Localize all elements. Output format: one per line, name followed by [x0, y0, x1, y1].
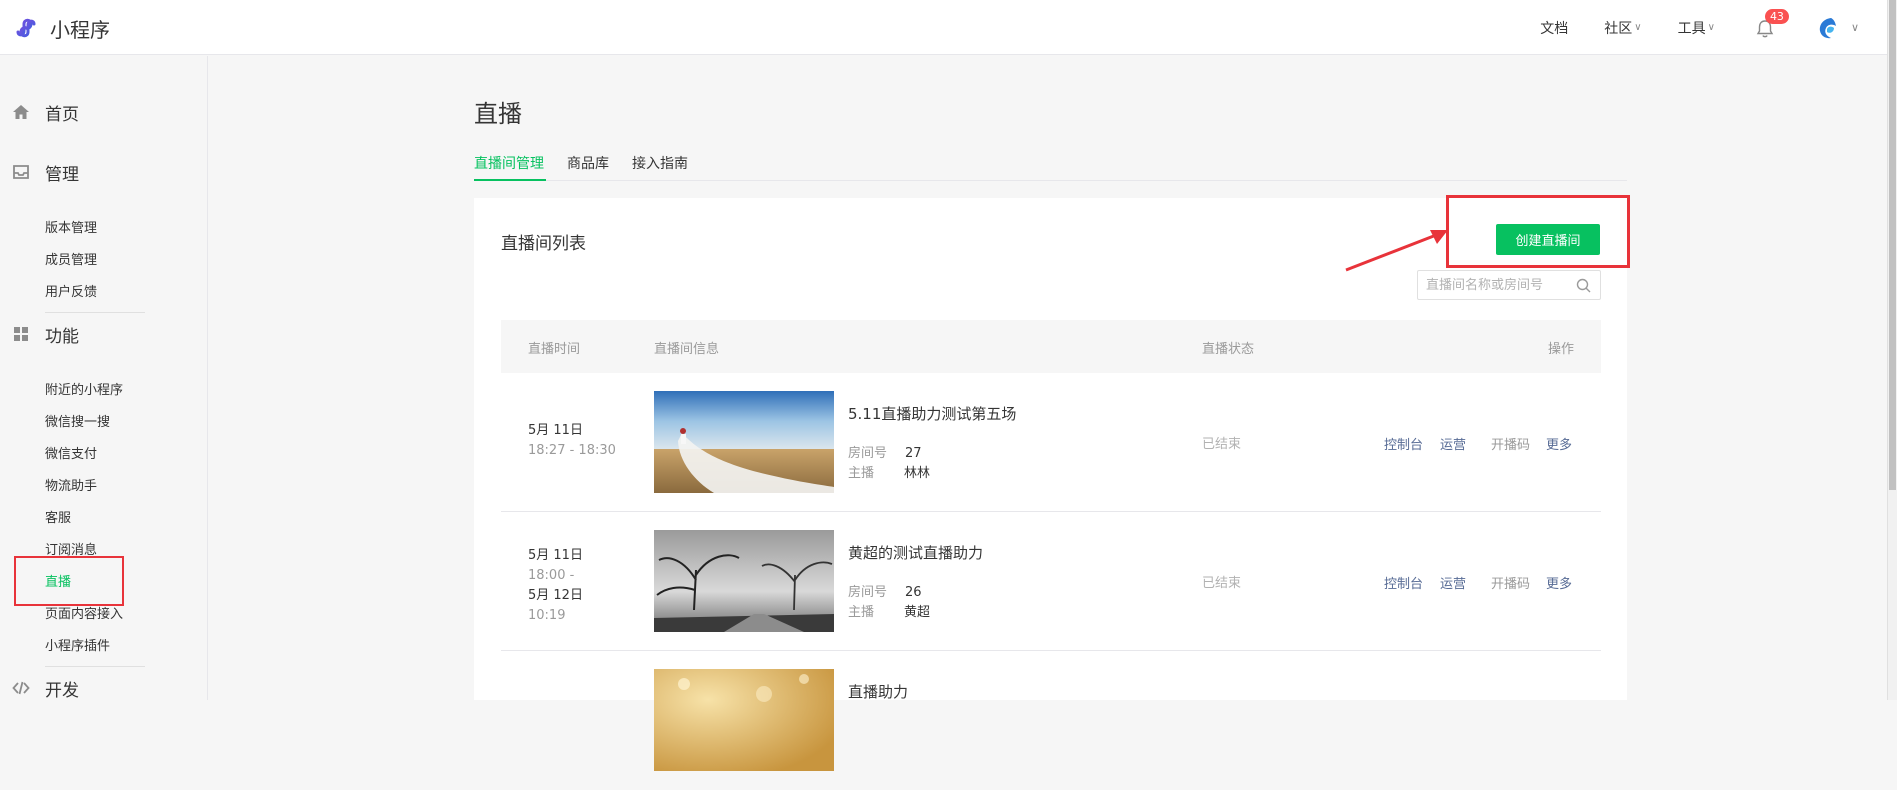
notification-button[interactable]: 43 [1755, 8, 1789, 38]
divider [45, 312, 145, 313]
code-icon [12, 681, 30, 695]
live-end-date: 5月 12日 [528, 588, 583, 603]
console-link[interactable]: 控制台 [1384, 573, 1423, 592]
tab-live-room-manage[interactable]: 直播间管理 [474, 153, 544, 173]
annotation-box [14, 556, 124, 606]
column-header-info: 直播间信息 [654, 342, 720, 357]
live-room-name: 直播助力 [848, 683, 909, 701]
room-number-value: 26 [905, 585, 922, 600]
avatar[interactable] [1815, 15, 1841, 41]
live-time: 5月 11日 18:27 - 18:30 [528, 421, 616, 461]
tab-product-library[interactable]: 商品库 [567, 153, 609, 173]
console-link[interactable]: 控制台 [1384, 434, 1423, 453]
search-input[interactable] [1426, 277, 1566, 294]
live-room-thumbnail [654, 530, 834, 632]
list-title: 直播间列表 [501, 234, 586, 254]
table-row: 5月 11日 18:27 - 18:30 5.11直播助力测试第五场 房间号 27… [501, 373, 1601, 512]
live-room-thumbnail [654, 391, 834, 493]
grid-icon [14, 327, 28, 341]
column-header-actions: 操作 [1548, 342, 1575, 357]
nav-docs[interactable]: 文档 [1540, 18, 1568, 38]
sidebar-item-wechat-pay[interactable]: 微信支付 [45, 443, 97, 462]
anchor: 主播 黄超 [848, 601, 930, 620]
more-link[interactable]: 更多 [1546, 434, 1572, 453]
nav-community[interactable]: 社区 ∨ [1604, 18, 1641, 38]
live-time-range: 18:27 - 18:30 [528, 443, 616, 458]
inbox-icon [13, 165, 29, 179]
chevron-down-icon[interactable]: ∨ [1851, 21, 1859, 34]
vertical-scrollbar[interactable] [1887, 0, 1897, 700]
anchor: 主播 林林 [848, 462, 930, 481]
notification-badge: 43 [1764, 8, 1789, 24]
sidebar-item-wechat-search[interactable]: 微信搜一搜 [45, 411, 110, 430]
sidebar-item-feedback[interactable]: 用户反馈 [45, 281, 97, 300]
nav-tools-label: 工具 [1677, 20, 1706, 37]
top-bar: 小程序 文档 社区 ∨ 工具 ∨ 43 ∨ [0, 0, 1897, 55]
nav-tools[interactable]: 工具 ∨ [1678, 18, 1715, 38]
sidebar-item-customer-service[interactable]: 客服 [45, 507, 71, 526]
chevron-down-icon: ∨ [1707, 22, 1715, 33]
sidebar-item-label: 首页 [45, 104, 79, 125]
stream-code-link[interactable]: 开播码 [1491, 434, 1530, 453]
sidebar-item-members[interactable]: 成员管理 [45, 249, 97, 268]
tab-active-indicator [474, 179, 546, 181]
search-icon[interactable] [1576, 278, 1591, 293]
annotation-box [1446, 195, 1630, 268]
sidebar: 首页 管理 版本管理 成员管理 用户反馈 功能 附近的小程序 微信搜一搜 微信支… [0, 56, 208, 701]
column-header-time: 直播时间 [528, 342, 581, 357]
table-header: 直播时间 直播间信息 直播状态 操作 [501, 320, 1601, 373]
operations-link[interactable]: 运营 [1440, 573, 1466, 592]
live-room-name: 5.11直播助力测试第五场 [848, 405, 1017, 423]
mini-program-logo-icon [16, 18, 36, 38]
nav-community-label: 社区 [1604, 20, 1633, 37]
anchor-label: 主播 [848, 605, 875, 620]
chevron-down-icon: ∨ [1634, 22, 1642, 33]
annotation-arrow-icon [1345, 230, 1448, 272]
room-number-value: 27 [905, 446, 922, 461]
sidebar-group-label: 管理 [45, 164, 79, 185]
column-header-status: 直播状态 [1202, 342, 1255, 357]
sidebar-item-plugins[interactable]: 小程序插件 [45, 635, 110, 654]
nav-docs-label: 文档 [1540, 20, 1569, 37]
table-row: 直播助力 [501, 651, 1601, 790]
sidebar-group-label: 功能 [45, 326, 79, 347]
live-room-thumbnail [654, 669, 834, 771]
brand[interactable]: 小程序 [12, 14, 110, 42]
live-time-range: 18:00 - [528, 568, 575, 583]
brand-name: 小程序 [50, 17, 110, 42]
status-badge: 已结束 [1202, 576, 1242, 591]
room-number: 房间号 26 [848, 581, 922, 600]
stream-code-link[interactable]: 开播码 [1491, 573, 1530, 592]
live-end-time: 10:19 [528, 608, 566, 623]
room-number-label: 房间号 [848, 585, 888, 600]
room-number-label: 房间号 [848, 446, 888, 461]
top-nav: 文档 社区 ∨ 工具 ∨ 43 ∨ [1504, 0, 1897, 55]
live-room-name: 黄超的测试直播助力 [848, 544, 984, 562]
sidebar-group-label: 开发 [45, 680, 79, 701]
sidebar-item-nearby[interactable]: 附近的小程序 [45, 379, 123, 398]
tab-bar: 直播间管理 商品库 接入指南 [474, 150, 1627, 181]
room-number: 房间号 27 [848, 442, 922, 461]
live-date: 5月 11日 [528, 423, 583, 438]
anchor-value: 林林 [904, 466, 931, 481]
scrollbar-thumb[interactable] [1889, 0, 1896, 490]
divider [45, 666, 145, 667]
sidebar-item-logistics[interactable]: 物流助手 [45, 475, 97, 494]
search-box [1417, 270, 1601, 300]
live-date: 5月 11日 [528, 548, 583, 563]
anchor-label: 主播 [848, 466, 875, 481]
table-row: 5月 11日 18:00 - 5月 12日 10:19 黄超的测试直播助力 房间… [501, 512, 1601, 651]
sidebar-item-version[interactable]: 版本管理 [45, 217, 97, 236]
tab-access-guide[interactable]: 接入指南 [632, 153, 688, 173]
live-time: 5月 11日 18:00 - 5月 12日 10:19 [528, 546, 583, 626]
home-icon [13, 105, 29, 119]
more-link[interactable]: 更多 [1546, 573, 1572, 592]
page-title: 直播 [474, 100, 522, 128]
status-badge: 已结束 [1202, 437, 1242, 452]
operations-link[interactable]: 运营 [1440, 434, 1466, 453]
anchor-value: 黄超 [904, 605, 931, 620]
